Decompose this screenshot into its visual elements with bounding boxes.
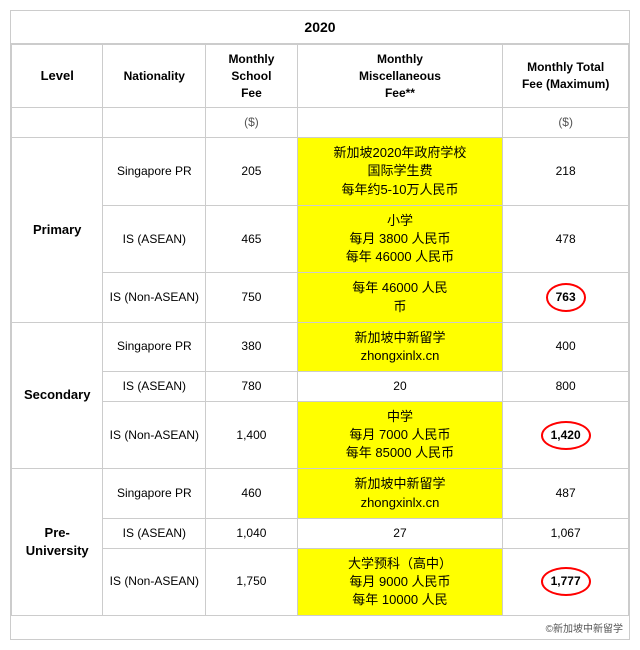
cell-school-fee: 1,040 (206, 518, 297, 548)
cell-school-fee: 750 (206, 273, 297, 322)
cell-school-fee: 1,400 (206, 401, 297, 469)
cell-total-fee: 763 (503, 273, 629, 322)
fee-table: Level Nationality MonthlySchoolFee Month… (11, 44, 629, 616)
unit-row: ($) ($) (12, 108, 629, 138)
cell-school-fee: 1,750 (206, 548, 297, 616)
page-wrapper: 2020 Level Nationality MonthlySchoolFee … (10, 10, 630, 640)
cell-total-fee: 478 (503, 205, 629, 273)
cell-school-fee: 380 (206, 322, 297, 371)
cell-nationality: IS (ASEAN) (103, 372, 206, 402)
circled-value: 763 (546, 283, 586, 312)
cell-misc-fee: 新加坡2020年政府学校国际学生费每年约5-10万人民币 (297, 138, 503, 206)
unit-nationality (103, 108, 206, 138)
cell-school-fee: 465 (206, 205, 297, 273)
unit-level (12, 108, 103, 138)
cell-total-fee: 1,420 (503, 401, 629, 469)
table-row: Pre-UniversitySingapore PR460新加坡中新留学zhon… (12, 469, 629, 518)
cell-misc-fee: 中学每月 7000 人民币每年 85000 人民币 (297, 401, 503, 469)
cell-misc-fee: 新加坡中新留学zhongxinlx.cn (297, 322, 503, 371)
table-body: PrimarySingapore PR205新加坡2020年政府学校国际学生费每… (12, 138, 629, 616)
cell-nationality: Singapore PR (103, 469, 206, 518)
circled-value: 1,777 (541, 567, 591, 596)
table-row: SecondarySingapore PR380新加坡中新留学zhongxinl… (12, 322, 629, 371)
cell-school-fee: 780 (206, 372, 297, 402)
cell-nationality: IS (Non-ASEAN) (103, 548, 206, 616)
header-school-fee: MonthlySchoolFee (206, 45, 297, 108)
header-misc-fee: MonthlyMiscellaneousFee** (297, 45, 503, 108)
cell-misc-fee: 每年 46000 人民币 (297, 273, 503, 322)
cell-nationality: IS (ASEAN) (103, 205, 206, 273)
cell-total-fee: 218 (503, 138, 629, 206)
table-row: IS (ASEAN)1,040271,067 (12, 518, 629, 548)
cell-nationality: IS (Non-ASEAN) (103, 401, 206, 469)
header-level: Level (12, 45, 103, 108)
unit-school-fee: ($) (206, 108, 297, 138)
table-row: IS (ASEAN)78020800 (12, 372, 629, 402)
table-row: IS (Non-ASEAN)750每年 46000 人民币 763 (12, 273, 629, 322)
cell-misc-fee: 大学预科（高中）每月 9000 人民币每年 10000 人民 (297, 548, 503, 616)
cell-nationality: IS (Non-ASEAN) (103, 273, 206, 322)
table-row: IS (ASEAN)465小学每月 3800 人民币每年 46000 人民币47… (12, 205, 629, 273)
cell-misc-fee: 新加坡中新留学zhongxinlx.cn (297, 469, 503, 518)
cell-school-fee: 205 (206, 138, 297, 206)
cell-level: Primary (12, 138, 103, 323)
cell-misc-fee: 小学每月 3800 人民币每年 46000 人民币 (297, 205, 503, 273)
table-row: IS (Non-ASEAN)1,750大学预科（高中）每月 9000 人民币每年… (12, 548, 629, 616)
header-total-fee: Monthly TotalFee (Maximum) (503, 45, 629, 108)
cell-level: Secondary (12, 322, 103, 469)
year-header: 2020 (11, 11, 629, 44)
cell-nationality: Singapore PR (103, 322, 206, 371)
circled-value: 1,420 (541, 421, 591, 450)
cell-total-fee: 1,067 (503, 518, 629, 548)
cell-misc-fee: 27 (297, 518, 503, 548)
cell-total-fee: 487 (503, 469, 629, 518)
cell-misc-fee: 20 (297, 372, 503, 402)
unit-total-fee: ($) (503, 108, 629, 138)
cell-nationality: IS (ASEAN) (103, 518, 206, 548)
cell-level: Pre-University (12, 469, 103, 616)
unit-misc-fee (297, 108, 503, 138)
cell-total-fee: 800 (503, 372, 629, 402)
cell-nationality: Singapore PR (103, 138, 206, 206)
cell-total-fee: 1,777 (503, 548, 629, 616)
table-row: IS (Non-ASEAN)1,400中学每月 7000 人民币每年 85000… (12, 401, 629, 469)
header-nationality: Nationality (103, 45, 206, 108)
header-row: Level Nationality MonthlySchoolFee Month… (12, 45, 629, 108)
table-row: PrimarySingapore PR205新加坡2020年政府学校国际学生费每… (12, 138, 629, 206)
bottom-note: ©新加坡中新留学 (11, 616, 629, 639)
cell-school-fee: 460 (206, 469, 297, 518)
cell-total-fee: 400 (503, 322, 629, 371)
